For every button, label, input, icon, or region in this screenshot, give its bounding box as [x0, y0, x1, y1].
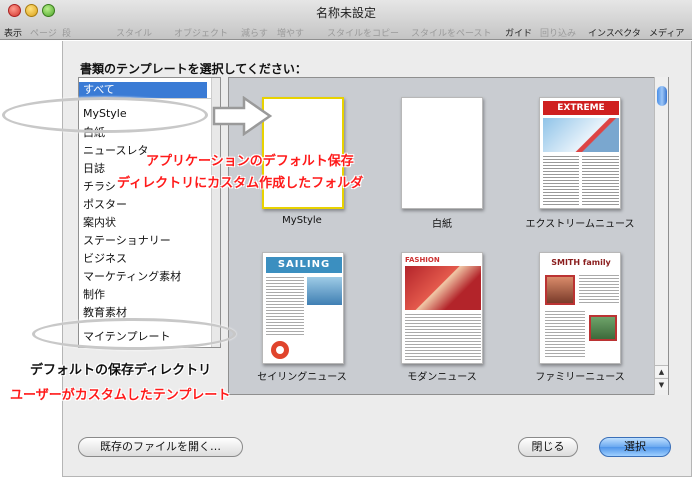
template-thumb-extreme[interactable]: EXTREME — [539, 97, 621, 209]
close-button[interactable]: 閉じる — [518, 437, 578, 457]
sailing-photo — [307, 277, 342, 305]
category-item-stationery[interactable]: ステーショナリー — [83, 232, 171, 248]
toolbar-grow[interactable]: 増やす — [277, 26, 304, 39]
toolbar-shrink[interactable]: 減らす — [241, 26, 268, 39]
category-item-newsletter[interactable]: ニュースレタ — [83, 142, 148, 158]
toolbar-copy-style[interactable]: スタイルをコピー — [327, 26, 399, 39]
family-text-1 — [579, 275, 619, 305]
family-photo-2 — [589, 315, 617, 341]
scroll-up-arrow-icon[interactable]: ▲ — [655, 365, 668, 377]
toolbar: 表示 ページ 段 スタイル オブジェクト 減らす 増やす スタイルをコピー スタ… — [0, 26, 692, 40]
toolbar-objects[interactable]: オブジェクト — [174, 26, 228, 39]
toolbar-guides[interactable]: ガイド — [505, 26, 532, 39]
modern-text-body — [405, 314, 481, 360]
toolbar-view[interactable]: 表示 — [4, 26, 22, 39]
template-label-mystyle: MyStyle — [282, 215, 322, 226]
pages-window: 名称未設定 表示 ページ 段 スタイル オブジェクト 減らす 増やす スタイルを… — [0, 0, 692, 482]
category-item-poster[interactable]: ポスター — [83, 196, 127, 212]
right-arrow-icon — [212, 96, 273, 136]
sailing-masthead: SAILING — [266, 257, 342, 273]
template-label-sailing: セイリングニュース — [257, 372, 347, 383]
extreme-text-col-1 — [543, 156, 579, 206]
toolbar-styles[interactable]: スタイル — [116, 26, 152, 39]
template-grid: MyStyle 白紙 EXTREME エクストリームニュース SAILING セ… — [228, 77, 669, 395]
lifebuoy-icon — [271, 341, 289, 359]
category-item-invitation[interactable]: 案内状 — [83, 214, 116, 230]
extreme-masthead: EXTREME — [543, 101, 619, 115]
highlight-oval-my-templates — [32, 318, 236, 350]
category-item-all[interactable]: すべて — [79, 82, 207, 98]
toolbar-media[interactable]: メディア — [649, 26, 684, 39]
template-label-extreme: エクストリームニュース — [525, 219, 635, 230]
template-label-family: ファミリーニュース — [535, 372, 625, 383]
family-photo-1 — [545, 275, 575, 305]
toolbar-wrap[interactable]: 回り込み — [540, 26, 576, 39]
extreme-text-col-2 — [582, 156, 619, 206]
toolbar-columns[interactable]: 段 — [62, 26, 71, 39]
toolbar-paste-style[interactable]: スタイルをペースト — [411, 26, 492, 39]
template-thumb-blank[interactable] — [401, 97, 483, 209]
toolbar-pages[interactable]: ページ — [30, 26, 57, 39]
annotation-default-save-dir: デフォルトの保存ディレクトリ — [30, 363, 212, 378]
template-label-blank: 白紙 — [432, 219, 452, 230]
family-masthead: SMITH family — [551, 258, 611, 267]
annotation-app-default-line2: ディレクトリにカスタム作成したフォルダ — [117, 176, 364, 191]
template-thumb-family[interactable]: SMITH family — [539, 252, 621, 364]
extreme-photo — [543, 118, 619, 152]
category-item-marketing[interactable]: マーケティング素材 — [83, 268, 181, 284]
template-thumb-sailing[interactable]: SAILING — [262, 252, 344, 364]
template-thumb-modern[interactable]: FASHION — [401, 252, 483, 364]
toolbar-inspector[interactable]: インスペクタ — [588, 26, 641, 39]
sailing-text-col — [266, 277, 304, 337]
highlight-oval-mystyle — [2, 97, 208, 133]
category-item-business[interactable]: ビジネス — [83, 250, 127, 266]
open-existing-file-button[interactable]: 既存のファイルを開く… — [78, 437, 243, 457]
family-text-2 — [545, 311, 585, 357]
template-grid-scrollbar[interactable]: ▲ ▼ — [654, 77, 668, 395]
category-item-journal[interactable]: 日誌 — [83, 160, 105, 176]
title-bar: 名称未設定 表示 ページ 段 スタイル オブジェクト 減らす 増やす スタイルを… — [0, 0, 692, 40]
choose-button[interactable]: 選択 — [599, 437, 671, 457]
category-item-production[interactable]: 制作 — [83, 286, 105, 302]
annotation-user-custom: ユーザーがカスタムしたテンプレート — [10, 388, 231, 403]
window-title: 名称未設定 — [315, 6, 376, 20]
scroll-thumb[interactable] — [657, 86, 667, 106]
modern-photo — [405, 266, 481, 310]
category-item-flyer[interactable]: チラシ — [83, 178, 116, 194]
annotation-app-default-line1: アプリケーションのデフォルト保存 — [146, 154, 354, 169]
modern-masthead: FASHION — [405, 256, 440, 264]
scroll-down-arrow-icon[interactable]: ▼ — [655, 378, 668, 390]
template-label-modern: モダンニュース — [407, 372, 477, 383]
chooser-prompt: 書類のテンプレートを選択してください： — [80, 62, 307, 76]
